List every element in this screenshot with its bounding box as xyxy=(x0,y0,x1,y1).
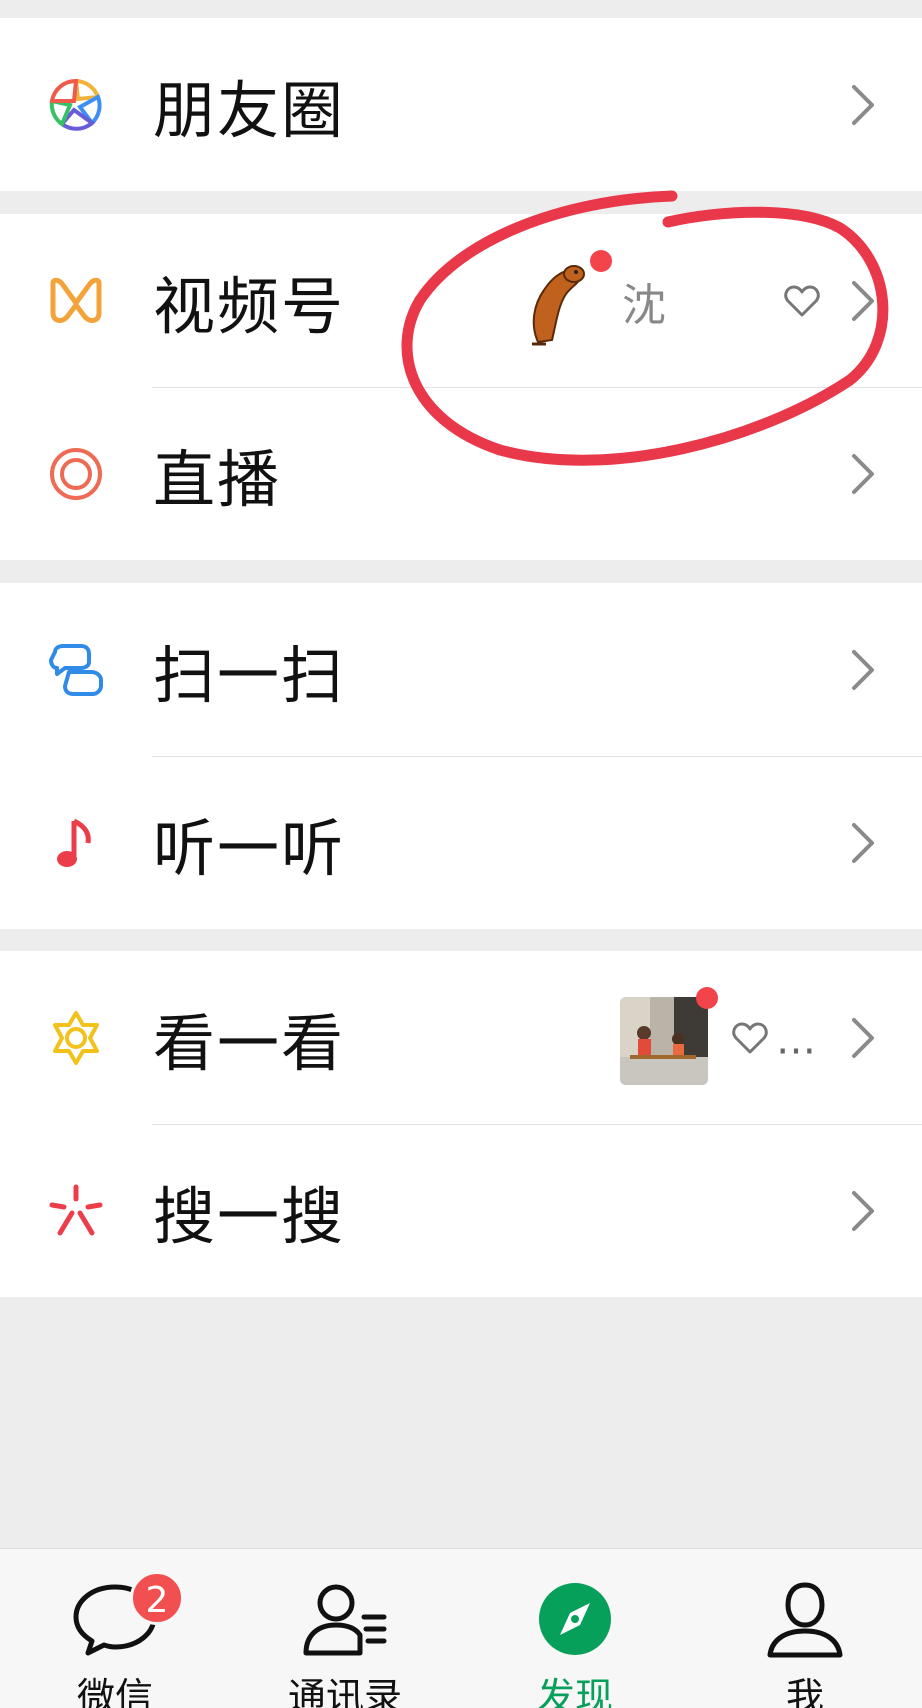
menu-item-search[interactable]: 搜一搜 xyxy=(0,1124,922,1297)
group-channels: 视频号 沈 直播 xyxy=(0,214,922,560)
compass-icon xyxy=(539,1583,611,1655)
search-star-icon xyxy=(44,1179,108,1243)
menu-label: 直播 xyxy=(153,442,282,516)
chevron-right-icon xyxy=(852,822,874,863)
chevron-right-icon xyxy=(852,280,874,321)
live-icon xyxy=(44,442,108,506)
tab-discover[interactable]: 发现 xyxy=(460,1549,690,1708)
menu-label: 朋友圈 xyxy=(153,73,346,147)
group-stories: 看一看 … 搜一搜 xyxy=(0,951,922,1297)
menu-label: 视频号 xyxy=(153,269,346,343)
menu-item-listen[interactable]: 听一听 xyxy=(0,756,922,929)
person-icon xyxy=(767,1582,843,1658)
tab-label: 发现 xyxy=(536,1675,613,1708)
group-moments: 朋友圈 xyxy=(0,18,922,191)
menu-item-moments[interactable]: 朋友圈 xyxy=(0,18,922,191)
unread-badge: 2 xyxy=(130,1571,184,1625)
group-scan: 扫一扫 听一听 xyxy=(0,583,922,929)
heart-icon xyxy=(784,285,820,316)
more-indicator: … xyxy=(776,1016,820,1063)
menu-item-scan[interactable]: 扫一扫 xyxy=(0,583,922,756)
tab-label: 微信 xyxy=(76,1675,153,1708)
menu-label: 听一听 xyxy=(153,811,346,885)
chevron-right-icon xyxy=(852,84,874,125)
menu-item-channels[interactable]: 视频号 沈 xyxy=(0,214,922,387)
chevron-right-icon xyxy=(852,453,874,494)
discover-screen: 朋友圈 视频号 沈 直播 扫一扫 听一听 看一看 … 搜一搜 2 微信 通讯录 … xyxy=(0,0,922,1708)
dog-avatar-icon xyxy=(516,254,596,350)
tab-me[interactable]: 我 xyxy=(690,1549,920,1708)
bottom-tab-bar: 2 微信 通讯录 发现 我 xyxy=(0,1548,922,1708)
scan-icon xyxy=(44,638,108,702)
channels-icon xyxy=(44,269,108,333)
top-stories-icon xyxy=(44,1006,108,1070)
menu-item-live[interactable]: 直播 xyxy=(0,387,922,560)
chevron-right-icon xyxy=(852,1190,874,1231)
channels-preview-name: 沈 xyxy=(622,279,666,331)
story-thumbnail xyxy=(620,997,708,1085)
tab-label: 通讯录 xyxy=(287,1675,402,1708)
tab-contacts[interactable]: 通讯录 xyxy=(230,1549,460,1708)
chevron-right-icon xyxy=(852,1017,874,1058)
moments-aperture-icon xyxy=(44,73,108,137)
contacts-icon xyxy=(303,1584,387,1656)
chevron-right-icon xyxy=(852,649,874,690)
menu-label: 扫一扫 xyxy=(153,638,346,712)
menu-label: 搜一搜 xyxy=(153,1179,346,1253)
menu-item-top-stories[interactable]: 看一看 … xyxy=(0,951,922,1124)
tab-chats[interactable]: 2 微信 xyxy=(0,1549,230,1708)
menu-label: 看一看 xyxy=(153,1006,346,1080)
music-note-icon xyxy=(44,811,108,875)
tab-label: 我 xyxy=(785,1675,824,1708)
unread-dot xyxy=(696,987,718,1009)
unread-dot xyxy=(590,250,612,272)
heart-icon xyxy=(732,1022,768,1053)
